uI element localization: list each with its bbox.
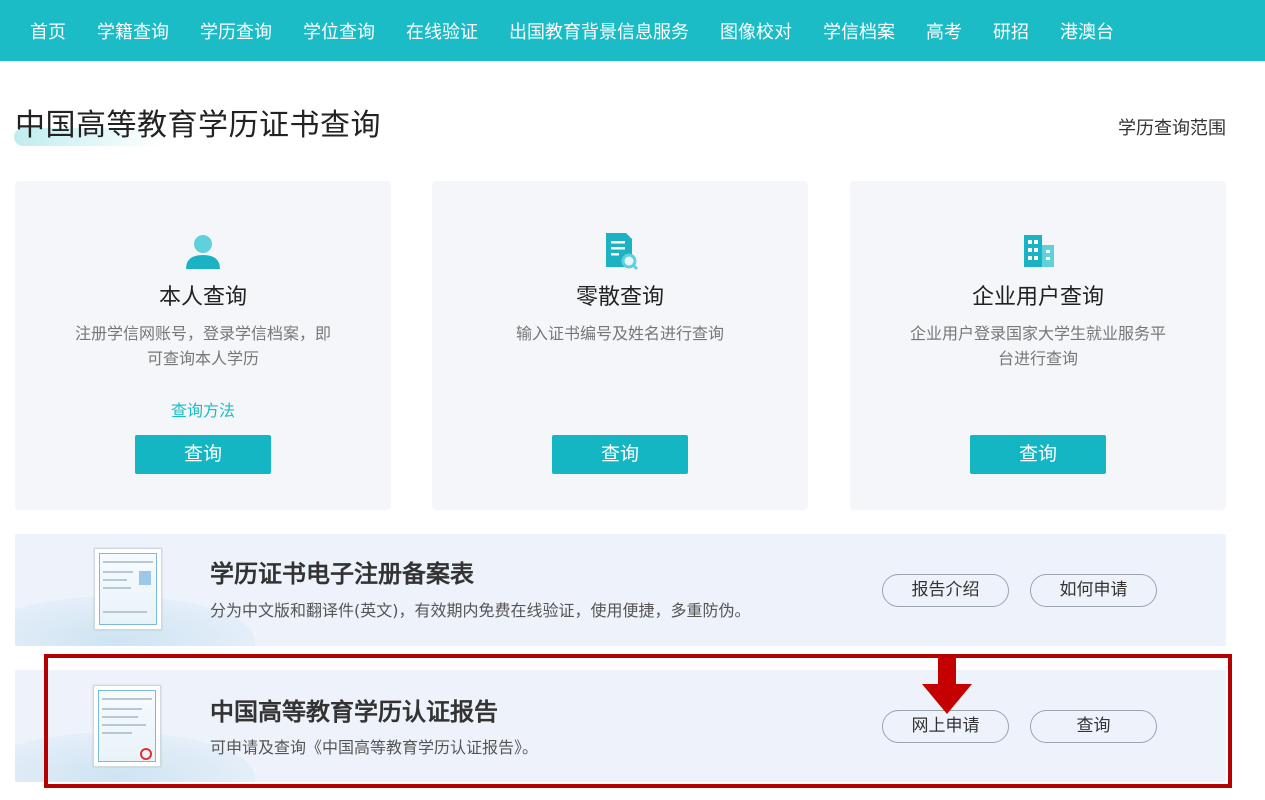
banner-description: 可申请及查询《中国高等教育学历认证报告》。 [210, 738, 539, 757]
thumbnail-line [102, 708, 142, 710]
thumbnail-line [103, 571, 133, 573]
enterprise-query-button[interactable]: 查询 [970, 435, 1106, 474]
query-method-link[interactable]: 查询方法 [15, 397, 391, 421]
thumbnail-line [103, 561, 153, 563]
card-description: 企业用户登录国家大学生就业服务平 台进行查询 [880, 321, 1196, 371]
nav-item-degree[interactable]: 学位查询 [303, 18, 375, 44]
nav-item-image-check[interactable]: 图像校对 [720, 18, 792, 44]
nav-item-graduate-admission[interactable]: 研招 [993, 18, 1029, 44]
thumbnail-line [102, 732, 132, 734]
thumbnail-line [102, 698, 152, 700]
building-icon [1024, 235, 1054, 267]
user-icon [186, 235, 220, 269]
card-description-line: 输入证书编号及姓名进行查询 [515, 324, 724, 343]
online-apply-button[interactable]: 网上申请 [882, 710, 1009, 743]
thumbnail-line [102, 724, 146, 726]
top-nav: 首页 学籍查询 学历查询 学位查询 在线验证 出国教育背景信息服务 图像校对 学… [0, 0, 1265, 61]
banner-registration-form: 学历证书电子注册备案表 分为中文版和翻译件(英文)，有效期内免费在线验证，使用便… [15, 534, 1226, 646]
card-description-line: 注册学信网账号，登录学信档案，即 [74, 324, 331, 343]
report-thumbnail [93, 685, 161, 767]
single-query-button[interactable]: 查询 [552, 435, 688, 474]
card-enterprise-query: 企业用户查询 企业用户登录国家大学生就业服务平 台进行查询 查询 [850, 181, 1226, 510]
nav-item-online-verify[interactable]: 在线验证 [406, 18, 478, 44]
certificate-thumbnail-frame [99, 553, 157, 625]
card-description: 输入证书编号及姓名进行查询 [462, 321, 778, 346]
banner-description: 分为中文版和翻译件(英文)，有效期内免费在线验证，使用便捷，多重防伪。 [210, 601, 751, 620]
document-search-icon [606, 233, 639, 271]
nav-item-degree-record[interactable]: 学历查询 [200, 18, 272, 44]
query-range-link[interactable]: 学历查询范围 [1118, 114, 1226, 140]
card-description: 注册学信网账号，登录学信档案，即 可查询本人学历 [45, 321, 361, 371]
card-single-query: 零散查询 输入证书编号及姓名进行查询 查询 [432, 181, 808, 510]
report-query-button[interactable]: 查询 [1030, 710, 1157, 743]
self-query-button[interactable]: 查询 [135, 435, 271, 474]
seal-stamp-icon [140, 748, 152, 760]
card-title: 企业用户查询 [971, 285, 1104, 310]
arrow-down-icon [922, 658, 972, 714]
nav-item-hk-macao-taiwan[interactable]: 港澳台 [1060, 18, 1114, 44]
banner-title: 学历证书电子注册备案表 [210, 560, 474, 588]
card-description-line: 企业用户登录国家大学生就业服务平 [909, 324, 1166, 343]
page-title: 中国高等教育学历证书查询 [15, 108, 381, 143]
how-to-apply-button[interactable]: 如何申请 [1030, 574, 1157, 607]
banner-title: 中国高等教育学历认证报告 [210, 698, 498, 726]
card-description-line: 可查询本人学历 [146, 349, 259, 368]
nav-item-home[interactable]: 首页 [30, 18, 66, 44]
certificate-thumbnail [94, 548, 162, 630]
nav-item-abroad-service[interactable]: 出国教育背景信息服务 [509, 18, 689, 44]
card-description-line: 台进行查询 [997, 349, 1078, 368]
thumbnail-line [102, 716, 138, 718]
banner-certification-report: 中国高等教育学历认证报告 可申请及查询《中国高等教育学历认证报告》。 网上申请 … [15, 670, 1226, 782]
nav-item-gaokao[interactable]: 高考 [926, 18, 962, 44]
report-intro-button[interactable]: 报告介绍 [882, 574, 1009, 607]
thumbnail-line [103, 611, 147, 613]
thumbnail-line [103, 579, 127, 581]
nav-item-student-status[interactable]: 学籍查询 [97, 18, 169, 44]
nav-item-archive[interactable]: 学信档案 [823, 18, 895, 44]
thumbnail-line [103, 587, 131, 589]
card-self-query: 本人查询 注册学信网账号，登录学信档案，即 可查询本人学历 查询方法 查询 [15, 181, 391, 510]
card-title: 零散查询 [575, 285, 664, 310]
photo-placeholder [139, 571, 151, 585]
card-title: 本人查询 [158, 285, 247, 310]
